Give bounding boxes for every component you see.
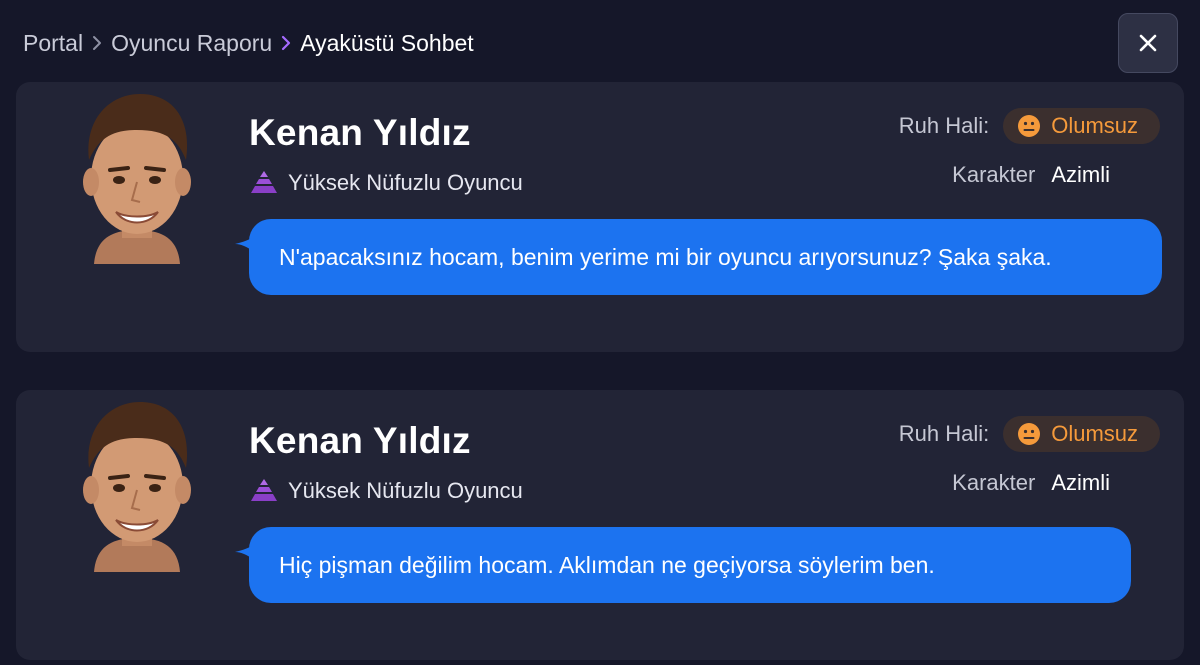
- character-value: Azimli: [1051, 162, 1110, 187]
- message-bubble: Hiç pişman değilim hocam. Aklımdan ne ge…: [235, 527, 1131, 603]
- player-status-label: Yüksek Nüfuzlu Oyuncu: [288, 478, 523, 503]
- character-row: Karakter Azimli: [952, 160, 1110, 190]
- character-label: Karakter: [952, 470, 1036, 495]
- chat-card: Kenan Yıldız Yüksek Nüfuzlu Oyuncu Ruh H…: [16, 390, 1184, 660]
- breadcrumb: Portal Oyuncu Raporu Ayaküstü Sohbet: [23, 28, 474, 58]
- message-bubble: N'apacaksınız hocam, benim yerime mi bir…: [235, 219, 1162, 295]
- player-name: Kenan Yıldız: [249, 112, 471, 153]
- close-button[interactable]: [1118, 13, 1178, 73]
- character-value: Azimli: [1051, 470, 1110, 495]
- player-status: Yüksek Nüfuzlu Oyuncu: [250, 168, 523, 198]
- chevron-right-icon: [280, 34, 292, 52]
- neutral-face-icon: [1018, 423, 1041, 445]
- player-avatar: [74, 398, 200, 572]
- mood-badge: Olumsuz: [1003, 108, 1160, 144]
- character-row: Karakter Azimli: [952, 468, 1110, 498]
- close-icon: [1139, 34, 1157, 52]
- mood-row: Ruh Hali: Olumsuz: [899, 108, 1160, 144]
- conversation-page: Portal Oyuncu Raporu Ayaküstü Sohbet Ken…: [0, 0, 1200, 665]
- bubble-tail: [235, 237, 253, 251]
- neutral-face-icon: [1018, 115, 1041, 137]
- mood-label: Ruh Hali:: [898, 113, 990, 138]
- message-text: Hiç pişman değilim hocam. Aklımdan ne ge…: [279, 552, 935, 578]
- player-status: Yüksek Nüfuzlu Oyuncu: [250, 476, 523, 506]
- player-status-label: Yüksek Nüfuzlu Oyuncu: [288, 170, 523, 195]
- character-label: Karakter: [952, 162, 1036, 187]
- message-text: N'apacaksınız hocam, benim yerime mi bir…: [279, 244, 1052, 270]
- breadcrumb-portal[interactable]: Portal: [23, 30, 83, 57]
- pyramid-icon: [251, 479, 277, 501]
- player-avatar: [74, 90, 200, 264]
- chat-card: Kenan Yıldız Yüksek Nüfuzlu Oyuncu Ruh H…: [16, 82, 1184, 352]
- bubble-tail: [235, 545, 253, 559]
- player-name: Kenan Yıldız: [249, 420, 471, 461]
- chevron-right-icon: [91, 34, 103, 52]
- mood-label: Ruh Hali:: [898, 421, 990, 446]
- breadcrumb-current: Ayaküstü Sohbet: [300, 29, 474, 56]
- pyramid-icon: [251, 171, 277, 193]
- mood-value: Olumsuz: [1051, 113, 1138, 138]
- breadcrumb-player-report[interactable]: Oyuncu Raporu: [111, 30, 272, 57]
- mood-value: Olumsuz: [1051, 421, 1138, 446]
- mood-row: Ruh Hali: Olumsuz: [899, 416, 1160, 452]
- mood-badge: Olumsuz: [1003, 416, 1160, 452]
